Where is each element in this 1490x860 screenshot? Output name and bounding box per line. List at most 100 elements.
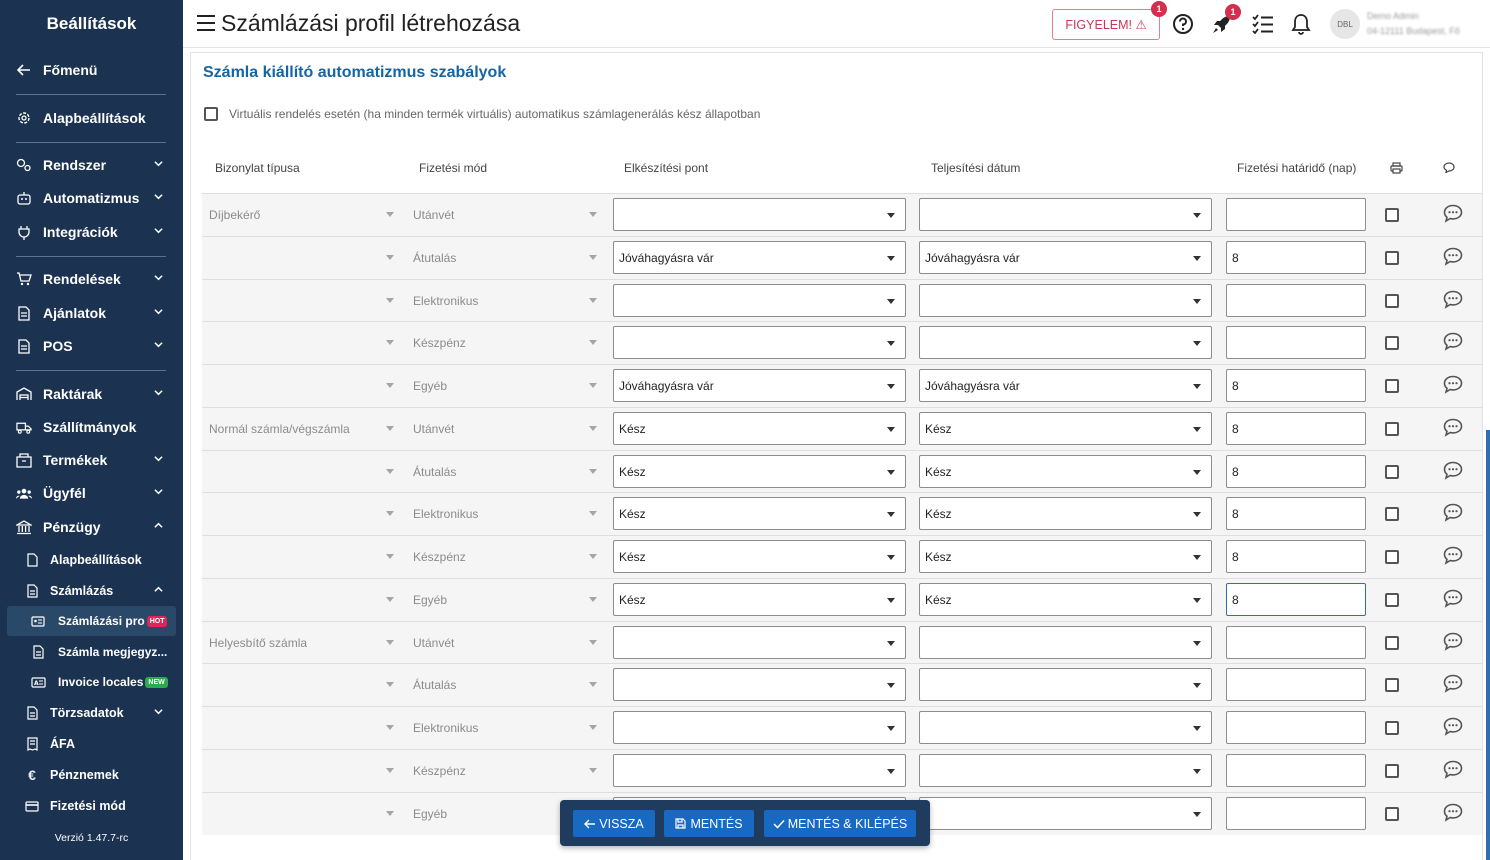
payment-method-cell[interactable]: Elektronikus [413,721,478,735]
print-checkbox[interactable] [1385,208,1399,222]
chevron-down-icon[interactable] [386,298,394,303]
creation-point-select[interactable]: Kész [613,412,906,445]
chevron-down-icon[interactable] [386,768,394,773]
sidebar-item-currencies[interactable]: € Pénznemek [0,760,183,790]
payment-method-cell[interactable]: Átutalás [413,465,456,479]
chevron-down-icon[interactable] [589,682,597,687]
chevron-down-icon[interactable] [589,212,597,217]
bell-icon[interactable] [1289,12,1313,36]
payment-deadline-input[interactable]: 8 [1226,241,1366,274]
sidebar-item-offers[interactable]: Ajánlatok [0,298,183,328]
save-and-exit-button[interactable]: MENTÉS & KILÉPÉS [764,810,916,837]
payment-method-cell[interactable]: Egyéb [413,593,447,607]
payment-deadline-input[interactable] [1226,326,1366,359]
payment-method-cell[interactable]: Egyéb [413,379,447,393]
comment-icon[interactable] [1443,546,1463,566]
payment-deadline-input[interactable]: 8 [1226,455,1366,488]
fulfillment-date-select[interactable]: Kész [919,583,1212,616]
payment-method-cell[interactable]: Készpénz [413,764,466,778]
fulfillment-date-select[interactable]: Kész [919,540,1212,573]
print-checkbox[interactable] [1385,721,1399,735]
hamburger-menu-icon[interactable] [197,15,215,31]
comment-icon[interactable] [1443,418,1463,438]
creation-point-select[interactable] [613,711,906,744]
comment-icon[interactable] [1443,674,1463,694]
creation-point-select[interactable]: Jóváhagyásra vár [613,369,906,402]
chevron-down-icon[interactable] [386,469,394,474]
sidebar-item-customers[interactable]: Ügyfél [0,478,183,508]
print-checkbox[interactable] [1385,593,1399,607]
sidebar-item-payment-methods[interactable]: Fizetési mód [0,791,183,821]
fulfillment-date-select[interactable]: Kész [919,412,1212,445]
creation-point-select[interactable] [613,284,906,317]
print-checkbox[interactable] [1385,678,1399,692]
chevron-down-icon[interactable] [589,298,597,303]
sidebar-item-warehouses[interactable]: Raktárak [0,379,183,409]
print-checkbox[interactable] [1385,336,1399,350]
payment-method-cell[interactable]: Készpénz [413,550,466,564]
chevron-down-icon[interactable] [589,725,597,730]
payment-method-cell[interactable]: Egyéb [413,807,447,821]
fulfillment-date-select[interactable] [919,198,1212,231]
sidebar-item-invoice-profiles[interactable]: Számlázási pro HOT [7,606,176,636]
print-checkbox[interactable] [1385,422,1399,436]
sidebar-item-shipments[interactable]: Szállítmányok [0,412,183,442]
sidebar-item-pos[interactable]: POS [0,331,183,361]
comment-icon[interactable] [1443,760,1463,780]
sidebar-item-main-menu[interactable]: Főmenü [0,55,183,85]
comment-icon[interactable] [1443,375,1463,395]
print-checkbox[interactable] [1385,807,1399,821]
payment-deadline-input[interactable] [1226,198,1366,231]
fulfillment-date-select[interactable]: Jóváhagyásra vár [919,241,1212,274]
payment-deadline-input[interactable] [1226,711,1366,744]
payment-deadline-input[interactable]: 8 [1226,497,1366,530]
print-checkbox[interactable] [1385,379,1399,393]
chevron-down-icon[interactable] [386,340,394,345]
payment-method-cell[interactable]: Utánvét [413,208,454,222]
print-checkbox[interactable] [1385,764,1399,778]
comment-icon[interactable] [1443,204,1463,224]
creation-point-select[interactable] [613,668,906,701]
comment-icon[interactable] [1443,290,1463,310]
sidebar-item-vat[interactable]: ÁFA [0,729,183,759]
payment-method-cell[interactable]: Átutalás [413,678,456,692]
chevron-down-icon[interactable] [589,469,597,474]
chevron-down-icon[interactable] [386,426,394,431]
payment-deadline-input[interactable]: 8 [1226,583,1366,616]
fulfillment-date-select[interactable] [919,668,1212,701]
chevron-down-icon[interactable] [589,554,597,559]
print-checkbox[interactable] [1385,294,1399,308]
payment-deadline-input[interactable]: 8 [1226,412,1366,445]
chevron-down-icon[interactable] [386,255,394,260]
print-checkbox[interactable] [1385,465,1399,479]
document-type-cell[interactable]: Díjbekérő [209,208,260,222]
fulfillment-date-select[interactable]: Kész [919,455,1212,488]
sidebar-item-orders[interactable]: Rendelések [0,264,183,294]
payment-deadline-input[interactable]: 8 [1226,540,1366,573]
comment-icon[interactable] [1443,632,1463,652]
comment-icon[interactable] [1443,461,1463,481]
creation-point-select[interactable] [613,326,906,359]
creation-point-select[interactable] [613,626,906,659]
creation-point-select[interactable]: Kész [613,497,906,530]
creation-point-select[interactable] [613,198,906,231]
chevron-down-icon[interactable] [386,212,394,217]
virtual-order-option[interactable]: Virtuális rendelés esetén (ha minden ter… [204,107,760,121]
chevron-down-icon[interactable] [386,511,394,516]
sidebar-item-invoicing[interactable]: Számlázás [0,576,183,606]
payment-method-cell[interactable]: Elektronikus [413,507,478,521]
creation-point-select[interactable]: Jóváhagyásra vár [613,241,906,274]
chevron-down-icon[interactable] [386,811,394,816]
avatar[interactable]: DBL [1330,9,1360,39]
payment-method-cell[interactable]: Elektronikus [413,294,478,308]
fulfillment-date-select[interactable]: Kész [919,497,1212,530]
sidebar-item-basic-settings[interactable]: Alapbeállítások [0,103,183,133]
chevron-down-icon[interactable] [589,768,597,773]
comment-icon[interactable] [1443,589,1463,609]
sidebar-item-system[interactable]: Rendszer [0,150,183,180]
creation-point-select[interactable] [613,754,906,787]
virtual-order-checkbox[interactable] [204,107,218,121]
chevron-down-icon[interactable] [386,640,394,645]
sidebar-item-master-data[interactable]: Törzsadatok [0,698,183,728]
chevron-down-icon[interactable] [386,383,394,388]
